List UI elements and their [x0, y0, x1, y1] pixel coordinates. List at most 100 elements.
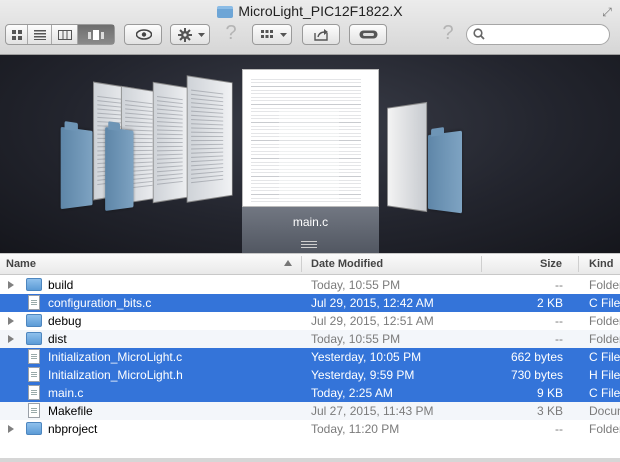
- coverflow-folder[interactable]: [105, 121, 134, 211]
- window-title-text: MicroLight_PIC12F1822.X: [238, 3, 403, 19]
- share-icon: [314, 29, 328, 41]
- coverflow-selected-preview[interactable]: [242, 69, 379, 207]
- chevron-down-icon: [280, 33, 287, 37]
- coverflow-item[interactable]: [387, 101, 428, 213]
- coverflow-view[interactable]: main.c: [0, 55, 620, 253]
- sort-ascending-icon: [284, 260, 292, 266]
- file-date: Today, 10:55 PM: [311, 278, 401, 292]
- coverflow-folder[interactable]: [427, 127, 462, 214]
- column-view-icon: [57, 29, 72, 40]
- file-name: nbproject: [48, 422, 98, 436]
- disclosure-triangle-icon[interactable]: [8, 281, 14, 289]
- quick-look-button[interactable]: [124, 24, 162, 45]
- share-button[interactable]: [302, 24, 340, 45]
- folder-icon: [26, 278, 42, 291]
- coverflow-selected-label: main.c: [292, 215, 329, 229]
- disclosure-triangle-icon[interactable]: [8, 317, 14, 325]
- file-name: Makefile: [48, 404, 93, 418]
- file-kind: Folder: [589, 422, 620, 436]
- file-kind: Folder: [589, 332, 620, 346]
- file-name: configuration_bits.c: [48, 296, 152, 310]
- list-item[interactable]: configuration_bits.c Jul 29, 2015, 12:42 …: [0, 294, 620, 312]
- column-view-button[interactable]: [52, 25, 78, 44]
- folder-icon: [26, 422, 42, 435]
- help-icon: ?: [225, 22, 237, 44]
- file-date: Today, 10:55 PM: [311, 332, 401, 346]
- column-divider: [481, 256, 482, 272]
- icon-view-icon: [11, 29, 22, 40]
- file-name: Initialization_MicroLight.c: [48, 350, 183, 364]
- tags-button[interactable]: [349, 24, 387, 45]
- file-date: Jul 29, 2015, 12:42 AM: [311, 296, 434, 310]
- file-kind: Document: [589, 404, 620, 418]
- disclosure-triangle-icon[interactable]: [8, 425, 14, 433]
- coverflow-resize-handle[interactable]: [301, 241, 317, 248]
- document-icon: [28, 385, 40, 400]
- file-date: Today, 11:20 PM: [311, 422, 400, 436]
- file-name: debug: [48, 314, 82, 328]
- list-item[interactable]: main.c Today, 2:25 AM 9 KB C File: [0, 384, 620, 402]
- grid-arrange-icon: [261, 30, 273, 38]
- list-header: Name Date Modified Size Kind: [0, 253, 620, 275]
- view-mode-control: [5, 24, 115, 45]
- file-kind: C File: [589, 296, 620, 310]
- search-field[interactable]: [466, 24, 610, 45]
- folder-icon: [26, 314, 42, 327]
- action-menu-button[interactable]: [170, 24, 210, 45]
- list-item[interactable]: dist Today, 10:55 PM -- Folder: [0, 330, 620, 348]
- search-input[interactable]: [489, 27, 603, 43]
- list-item[interactable]: Makefile Jul 27, 2015, 11:43 PM 3 KB Docume…: [0, 402, 620, 420]
- file-list: build Today, 10:55 PM -- Folder configuratio…: [0, 276, 620, 438]
- list-item[interactable]: Initialization_MicroLight.h Yesterday, 9:…: [0, 366, 620, 384]
- document-icon: [28, 295, 40, 310]
- file-size: --: [555, 332, 563, 346]
- list-item[interactable]: Initialization_MicroLight.c Yesterday, 10…: [0, 348, 620, 366]
- arrange-menu-button[interactable]: [252, 24, 292, 45]
- list-item[interactable]: nbproject Today, 11:20 PM -- Folder: [0, 420, 620, 438]
- column-header-name[interactable]: Name: [6, 258, 36, 270]
- list-view-button[interactable]: [28, 25, 52, 44]
- file-size: 9 KB: [536, 386, 563, 400]
- coverflow-item[interactable]: [152, 81, 192, 204]
- file-size: 730 bytes: [510, 368, 563, 382]
- column-header-date[interactable]: Date Modified: [311, 258, 383, 270]
- file-size: --: [555, 422, 563, 436]
- file-size: 662 bytes: [510, 350, 563, 364]
- file-name: main.c: [48, 386, 84, 400]
- help-icon: ?: [442, 22, 454, 44]
- list-view-icon: [33, 29, 46, 40]
- column-header-size[interactable]: Size: [540, 258, 562, 270]
- list-item[interactable]: build Today, 10:55 PM -- Folder: [0, 276, 620, 294]
- coverflow-folder[interactable]: [60, 121, 93, 210]
- document-icon: [28, 349, 40, 364]
- file-name: Initialization_MicroLight.h: [48, 368, 183, 382]
- file-kind: Folder: [589, 314, 620, 328]
- document-icon: [28, 403, 40, 418]
- tag-icon: [359, 30, 378, 39]
- icon-view-button[interactable]: [6, 25, 28, 44]
- folder-icon: [26, 332, 42, 345]
- file-name: build: [48, 278, 74, 292]
- file-size: 3 KB: [536, 404, 563, 418]
- column-header-kind[interactable]: Kind: [589, 258, 613, 270]
- list-item[interactable]: debug Jul 29, 2015, 12:51 AM -- Folder: [0, 312, 620, 330]
- disclosure-triangle-icon[interactable]: [8, 335, 14, 343]
- file-kind: Folder: [589, 278, 620, 292]
- file-kind: H File: [589, 368, 620, 382]
- coverflow-view-button[interactable]: [78, 25, 114, 44]
- eye-icon: [136, 29, 152, 40]
- file-kind: C File: [589, 350, 620, 364]
- file-date: Today, 2:25 AM: [311, 386, 393, 400]
- coverflow-item[interactable]: [186, 75, 233, 203]
- file-kind: C File: [589, 386, 620, 400]
- window-title: MicroLight_PIC12F1822.X: [0, 3, 620, 19]
- file-date: Yesterday, 10:05 PM: [311, 350, 422, 364]
- search-icon: [473, 28, 485, 40]
- file-size: --: [555, 278, 563, 292]
- folder-icon: [217, 6, 234, 18]
- gear-icon: [178, 28, 192, 42]
- file-date: Jul 29, 2015, 12:51 AM: [311, 314, 434, 328]
- fullscreen-icon[interactable]: ⤢: [600, 5, 614, 19]
- file-date: Jul 27, 2015, 11:43 PM: [311, 404, 434, 418]
- document-icon: [28, 367, 40, 382]
